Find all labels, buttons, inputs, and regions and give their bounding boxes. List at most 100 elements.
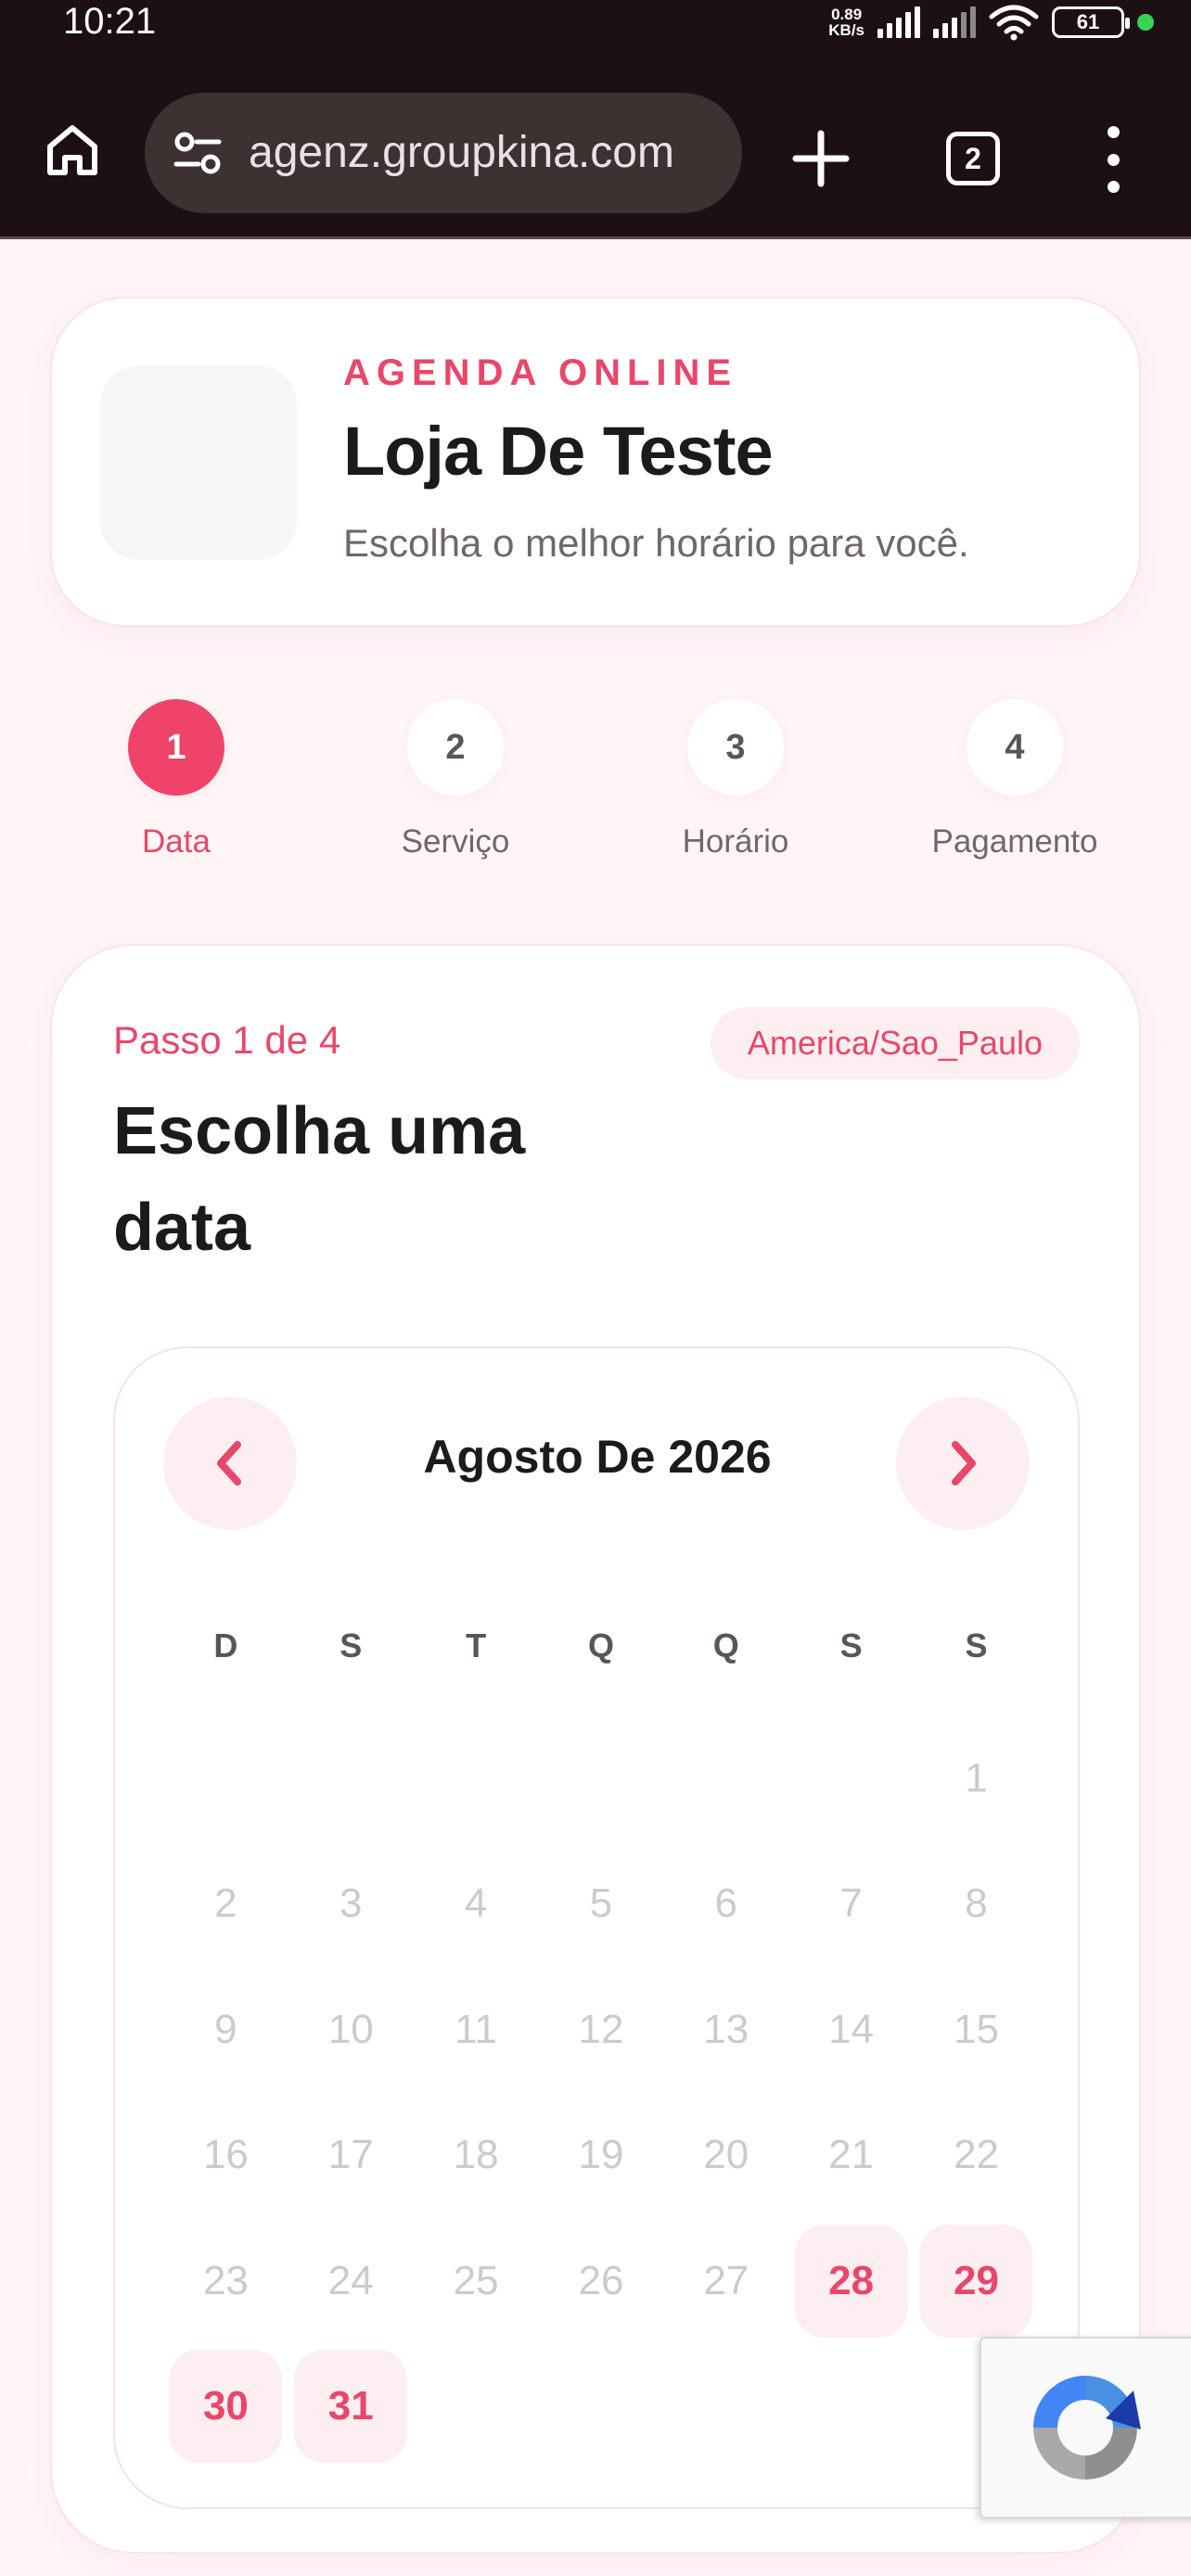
tab-count: 2 [965, 141, 981, 175]
browser-toolbar: agenz.groupkina.com 2 [0, 46, 1191, 239]
step-label: Serviço [401, 823, 510, 860]
weekday-label: Q [712, 1626, 739, 1664]
calendar-day-available[interactable]: 29 [914, 2218, 1039, 2344]
calendar-day-disabled: 17 [288, 2093, 414, 2219]
weekday-label: D [213, 1626, 238, 1664]
calendar-day-disabled: 3 [288, 1842, 414, 1968]
calendar-day-disabled: 5 [539, 1842, 664, 1968]
calendar-day-available[interactable]: 30 [163, 2344, 288, 2470]
step-pagamento[interactable]: 4 Pagamento [913, 699, 1117, 861]
new-tab-icon[interactable] [788, 126, 853, 191]
address-bar[interactable]: agenz.groupkina.com [145, 93, 742, 213]
site-settings-icon[interactable] [173, 130, 223, 176]
calendar-day-number: 3 [339, 1881, 363, 1927]
calendar-day-available[interactable]: 28 [788, 2218, 914, 2344]
calendar-day-number: 14 [828, 2006, 875, 2052]
weekday-label: S [965, 1626, 988, 1664]
signal-icon [877, 6, 920, 38]
store-header-card: AGENDA ONLINE Loja De Teste Escolha o me… [50, 297, 1141, 627]
calendar-day-number: 22 [954, 2132, 999, 2178]
card-title: Escolha uma data [113, 1094, 526, 1265]
month-title: Agosto De 2026 [423, 1431, 772, 1483]
calendar-day-number: 23 [202, 2257, 249, 2303]
calendar-day-number: 26 [578, 2257, 624, 2303]
wifi-icon [989, 5, 1039, 41]
calendar-day-disabled: 4 [414, 1842, 539, 1968]
calendar-day-disabled: 26 [539, 2218, 664, 2344]
calendar-day-number: 15 [954, 2006, 999, 2052]
calendar-day-disabled: 22 [914, 2093, 1039, 2219]
previous-month-button[interactable] [163, 1396, 297, 1530]
home-icon[interactable] [43, 121, 102, 180]
calendar-day-number: 28 [794, 2224, 908, 2338]
calendar-day-disabled: 7 [788, 1842, 914, 1968]
calendar-day-disabled: 6 [663, 1842, 788, 1968]
recaptcha-badge[interactable] [980, 2337, 1191, 2519]
step-counter: Passo 1 de 4 [113, 1018, 341, 1062]
calendar-day-number: 12 [578, 2006, 624, 2052]
calendar-day-number: 25 [453, 2257, 499, 2303]
calendar-day-disabled: 14 [788, 1967, 914, 2093]
calendar-day-number: 18 [453, 2132, 499, 2178]
step-label: Pagamento [931, 823, 1098, 860]
battery-level: 61 [1076, 10, 1100, 33]
step-number: 1 [128, 699, 224, 796]
calendar-day-available[interactable]: 31 [288, 2344, 414, 2470]
chevron-right-icon [952, 1441, 976, 1486]
calendar-day-disabled: 10 [288, 1967, 414, 2093]
step-servico[interactable]: 2 Serviço [353, 699, 557, 861]
network-speed-unit: KB/s [828, 21, 864, 39]
calendar-day-disabled: 19 [539, 2093, 664, 2219]
weekday-header: D S T Q Q S S [163, 1626, 1039, 1665]
calendar-day-disabled: 24 [288, 2218, 414, 2344]
step-data[interactable]: 1 Data [74, 699, 278, 861]
camera-indicator-dot [1137, 14, 1154, 31]
timezone-badge: America/Sao_Paulo [710, 1007, 1080, 1079]
calendar-day-disabled: 13 [663, 1967, 788, 2093]
date-selection-card: Passo 1 de 4 America/Sao_Paulo Escolha u… [50, 944, 1141, 2554]
booking-stepper: 1 Data 2 Serviço 3 Horário 4 Pagamento [0, 699, 1191, 875]
calendar-day-number: 5 [589, 1881, 613, 1927]
calendar-blank-cell [163, 1715, 288, 1842]
store-name: Loja De Teste [343, 413, 774, 490]
calendar-day-number: 27 [703, 2257, 749, 2303]
calendar-blank-cell [788, 1715, 914, 1842]
calendar-day-number: 1 [965, 1754, 988, 1801]
weekday-label: Q [587, 1626, 614, 1664]
step-horario[interactable]: 3 Horário [634, 699, 838, 861]
calendar-day-disabled: 23 [163, 2218, 288, 2344]
calendar-day-disabled: 27 [663, 2218, 788, 2344]
calendar-day-number: 6 [714, 1881, 738, 1927]
calendar-day-disabled: 2 [163, 1842, 288, 1968]
calendar-day-disabled: 11 [414, 1967, 539, 2093]
calendar-day-number: 7 [839, 1881, 863, 1927]
calendar-blank-cell [414, 1715, 539, 1842]
calendar-day-number: 17 [327, 2132, 374, 2178]
store-logo [100, 365, 297, 560]
calendar-day-disabled: 25 [414, 2218, 539, 2344]
calendar-day-disabled: 9 [163, 1967, 288, 2093]
step-number: 3 [687, 699, 784, 796]
calendar-blank-cell [288, 1715, 414, 1842]
calendar-day-number: 10 [327, 2006, 374, 2052]
next-month-button[interactable] [896, 1396, 1030, 1530]
calendar-day-disabled: 20 [663, 2093, 788, 2219]
calendar-blank-cell [539, 1715, 664, 1842]
calendar-day-number: 4 [464, 1881, 488, 1927]
more-menu-icon[interactable] [1102, 126, 1124, 193]
calendar-day-disabled: 18 [414, 2093, 539, 2219]
chevron-left-icon [217, 1441, 241, 1486]
calendar: Agosto De 2026 D S T Q Q S S 1 2 3 4 5 6 7 8 9 10… [113, 1346, 1080, 2509]
calendar-day-number: 11 [455, 2006, 497, 2052]
tabs-icon[interactable]: 2 [946, 132, 1000, 185]
calendar-day-disabled: 16 [163, 2093, 288, 2219]
calendar-day-number: 9 [214, 2006, 237, 2052]
step-number: 4 [967, 699, 1063, 796]
calendar-day-disabled: 15 [914, 1967, 1039, 2093]
weekday-label: S [839, 1626, 863, 1664]
calendar-day-disabled: 12 [539, 1967, 664, 2093]
header-eyebrow: AGENDA ONLINE [343, 352, 738, 393]
status-bar: 10:21 0.89 KB/s 61 [0, 0, 1191, 46]
weekday-label: T [466, 1626, 487, 1664]
calendar-day-number: 16 [202, 2132, 249, 2178]
